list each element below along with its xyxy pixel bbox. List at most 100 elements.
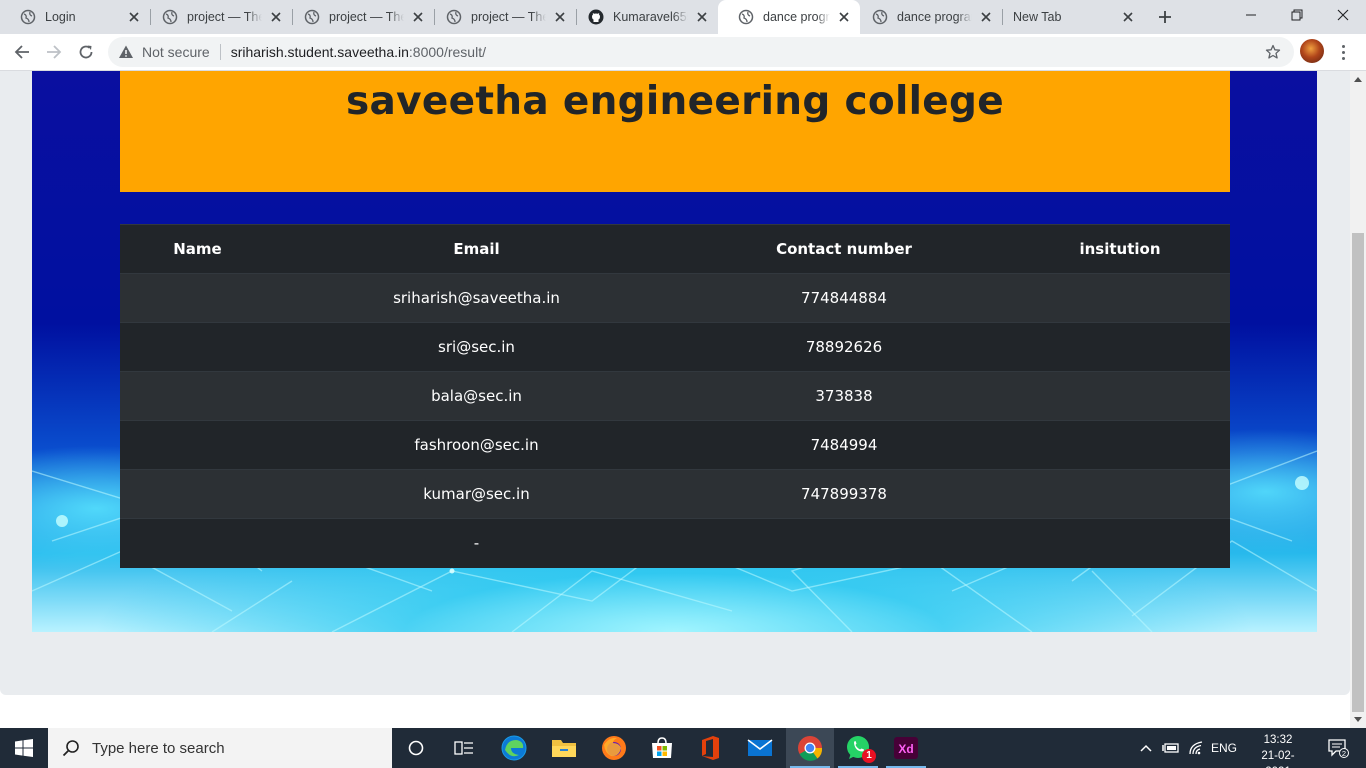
cell-institution [1010, 273, 1230, 323]
microsoft-store-button[interactable] [638, 728, 686, 768]
notification-icon: 2 [1328, 739, 1349, 758]
warning-icon[interactable] [118, 44, 134, 60]
globe-icon [738, 9, 754, 25]
chrome-button[interactable] [786, 728, 834, 768]
close-icon[interactable] [268, 9, 284, 25]
restore-button[interactable] [1274, 0, 1320, 30]
show-hidden-icons-button[interactable] [1136, 728, 1156, 768]
close-icon[interactable] [1120, 9, 1136, 25]
mail-button[interactable] [736, 728, 784, 768]
cell-contact [678, 518, 1010, 568]
firefox-icon [602, 736, 626, 760]
tab-title: dance program [763, 10, 830, 24]
omnibox-divider [219, 44, 221, 60]
column-header-name: Name [120, 224, 275, 274]
widgets-button[interactable] [440, 728, 488, 768]
table-row: sriharish@saveetha.in 774844884 [120, 273, 1230, 323]
tab-title: project — The [471, 10, 546, 24]
tab-new-tab[interactable]: New Tab [994, 0, 1144, 34]
globe-icon [20, 9, 36, 25]
task-view-button[interactable] [392, 728, 440, 768]
globe-icon [446, 9, 462, 25]
clock-date: 21-02-2021 [1261, 750, 1295, 768]
reload-icon [79, 45, 93, 59]
file-explorer-button[interactable] [540, 728, 588, 768]
action-center-button[interactable]: 2 [1318, 728, 1358, 768]
start-button[interactable] [0, 728, 48, 768]
banner-title: saveetha engineering college [345, 79, 1005, 124]
forward-button[interactable] [40, 38, 68, 66]
edge-button[interactable] [490, 728, 538, 768]
profile-avatar[interactable] [1300, 39, 1324, 63]
tab-title: Login [45, 10, 76, 24]
table-header-row: Name Email Contact number insitution [120, 224, 1230, 274]
office-icon [702, 736, 719, 760]
search-placeholder: Type here to search [92, 739, 225, 757]
whatsapp-unread-badge: 1 [862, 749, 876, 763]
tab-strip: Login project — The project — The projec… [0, 0, 1366, 34]
cell-institution [1010, 469, 1230, 519]
office-button[interactable] [686, 728, 734, 768]
cell-contact: 747899378 [678, 469, 1010, 519]
table-row: sri@sec.in 78892626 [120, 322, 1230, 372]
cell-email: fashroon@sec.in [275, 420, 678, 470]
close-icon[interactable] [126, 9, 142, 25]
tab-project-1[interactable]: project — The [142, 0, 292, 34]
scroll-down-arrow-icon[interactable] [1350, 712, 1366, 728]
scroll-up-arrow-icon[interactable] [1350, 71, 1366, 87]
tab-title: New Tab [1013, 10, 1062, 24]
tab-login[interactable]: Login [0, 0, 150, 34]
firefox-button[interactable] [590, 728, 638, 768]
close-icon[interactable] [694, 9, 710, 25]
tab-github[interactable]: Kumaravel655 [568, 0, 718, 34]
new-tab-button[interactable] [1153, 5, 1177, 29]
wifi-button[interactable] [1186, 728, 1208, 768]
address-bar[interactable]: Not secure sriharish.student.saveetha.in… [108, 37, 1294, 67]
tab-title: Kumaravel655 [613, 10, 688, 24]
store-icon [652, 737, 672, 758]
tab-title: dance program [897, 10, 972, 24]
chrome-menu-icon[interactable] [1336, 40, 1350, 64]
tab-dance-program[interactable]: dance program [852, 0, 1002, 34]
close-window-button[interactable] [1320, 0, 1366, 30]
tab-title: project — The [329, 10, 404, 24]
chevron-up-icon [1140, 744, 1152, 752]
taskbar-clock[interactable]: 13:32 21-02-2021 [1250, 732, 1306, 768]
wifi-icon [1189, 741, 1203, 755]
minimize-icon [1246, 14, 1256, 16]
column-header-institution: insitution [1010, 224, 1230, 274]
cell-name [120, 469, 275, 519]
browser-toolbar: Not secure sriharish.student.saveetha.in… [0, 34, 1366, 71]
edge-icon [501, 735, 527, 761]
tab-dance-program-active[interactable]: dance program [718, 0, 860, 34]
close-icon[interactable] [836, 9, 852, 25]
taskbar-search[interactable]: Type here to search [48, 728, 392, 768]
tab-project-2[interactable]: project — The [284, 0, 434, 34]
cell-name [120, 322, 275, 372]
close-icon[interactable] [552, 9, 568, 25]
arrow-right-icon [47, 45, 62, 59]
mail-icon [747, 739, 773, 756]
close-icon[interactable] [410, 9, 426, 25]
language-indicator[interactable]: ENG [1208, 728, 1240, 768]
close-icon[interactable] [978, 9, 994, 25]
cell-institution [1010, 420, 1230, 470]
arrow-left-icon [14, 45, 29, 59]
whatsapp-button[interactable]: 1 [834, 728, 882, 768]
chrome-icon [798, 736, 823, 761]
battery-button[interactable] [1160, 728, 1182, 768]
reload-button[interactable] [72, 38, 100, 66]
cell-institution [1010, 371, 1230, 421]
search-icon [62, 739, 80, 757]
back-button[interactable] [8, 38, 36, 66]
security-label[interactable]: Not secure [142, 44, 210, 60]
page-scrollbar[interactable] [1350, 71, 1366, 728]
minimize-button[interactable] [1228, 0, 1274, 30]
adobe-xd-icon: Xd [894, 737, 918, 759]
table-row: bala@sec.in 373838 [120, 371, 1230, 421]
scroll-thumb[interactable] [1352, 233, 1364, 712]
tab-project-3[interactable]: project — The [426, 0, 576, 34]
adobe-xd-button[interactable]: Xd [882, 728, 930, 768]
bookmark-star-icon[interactable] [1264, 43, 1282, 61]
file-explorer-icon [552, 740, 576, 757]
